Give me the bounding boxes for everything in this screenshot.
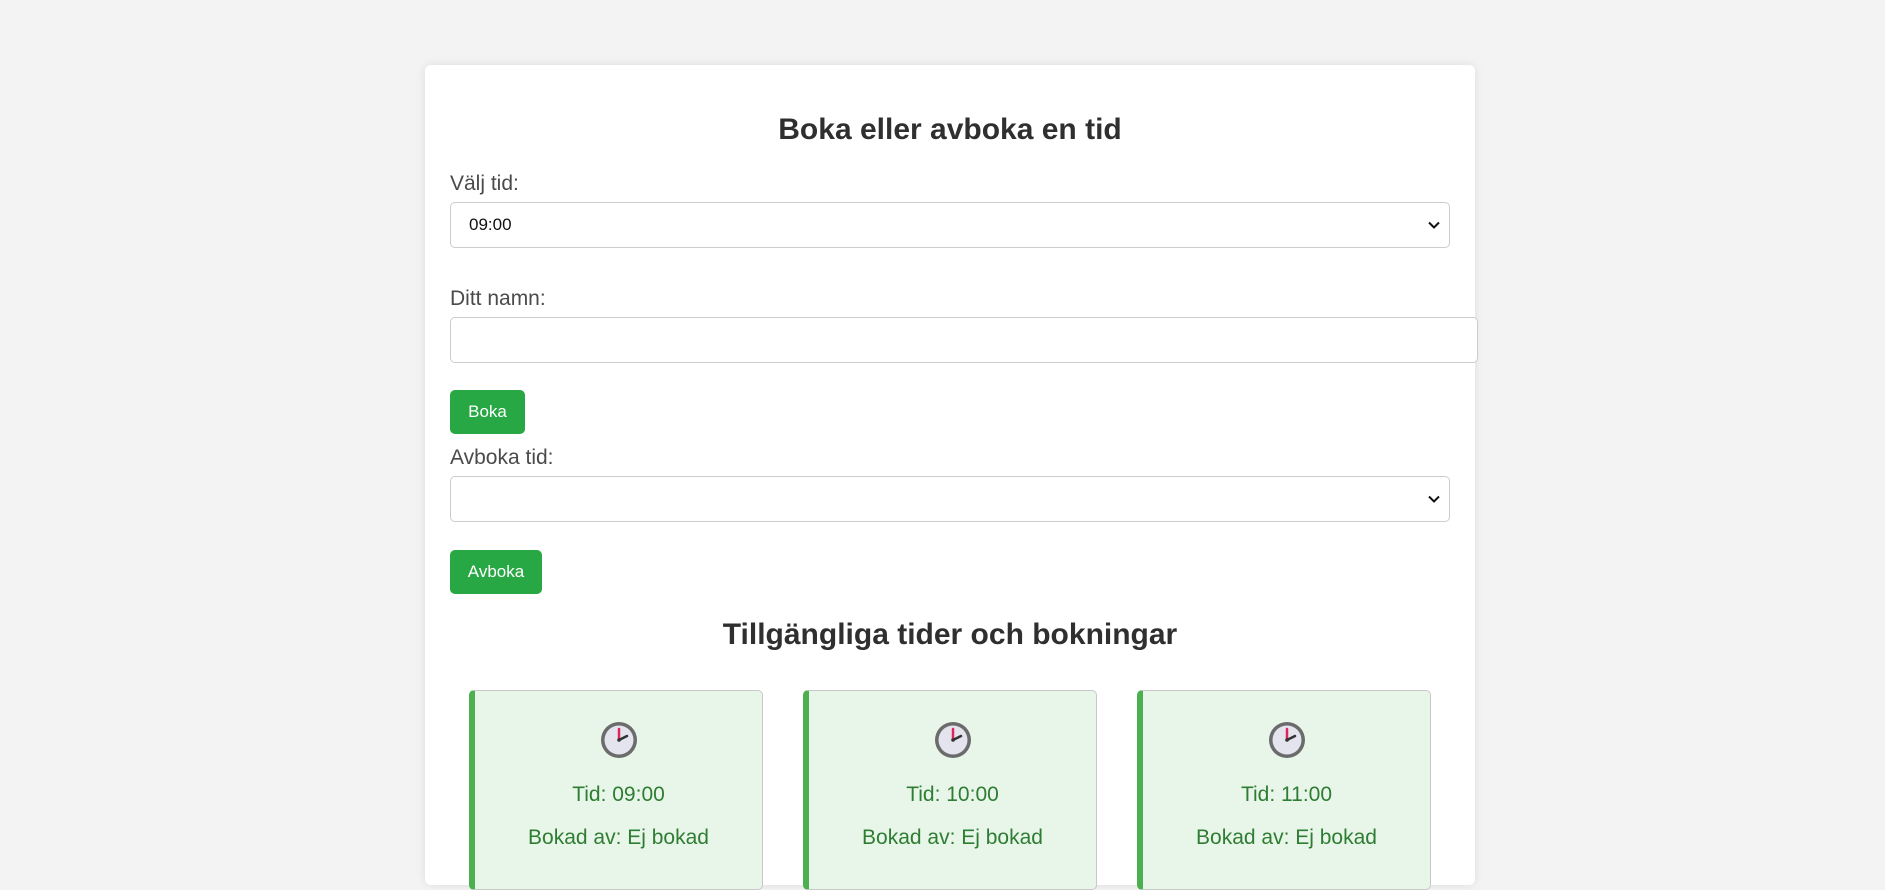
chevron-down-icon [1428, 495, 1440, 503]
cancel-button[interactable]: Avboka [450, 550, 542, 594]
slot-card: Tid: 09:00 Bokad av: Ej bokad [469, 690, 763, 890]
booking-card: Boka eller avboka en tid Välj tid: 09:00… [425, 65, 1478, 890]
page-title: Boka eller avboka en tid [778, 113, 1122, 146]
time-select-value: 09:00 [469, 215, 512, 234]
slot-time: Tid: 11:00 [1240, 783, 1333, 806]
clock-icon [1269, 722, 1305, 758]
availability-heading: Tillgängliga tider och bokningar [722, 618, 1178, 651]
slot-grid: Tid: 09:00 Bokad av: Ej bokad Tid: 10:00… [469, 690, 1433, 890]
slot-card: Tid: 10:00 Bokad av: Ej bokad [803, 690, 1097, 890]
clock-icon [601, 722, 637, 758]
slot-card: Tid: 11:00 Bokad av: Ej bokad [1137, 690, 1431, 890]
chevron-down-icon [1428, 221, 1440, 229]
clock-icon [935, 722, 971, 758]
cancel-select[interactable] [450, 476, 1450, 522]
slot-booked-by: Bokad av: Ej bokad [1196, 826, 1377, 849]
slot-time: Tid: 09:00 [572, 783, 665, 806]
name-input[interactable] [450, 317, 1478, 363]
slot-booked-by: Bokad av: Ej bokad [862, 826, 1043, 849]
slot-time: Tid: 10:00 [906, 783, 999, 806]
time-select[interactable]: 09:00 [450, 202, 1450, 248]
book-button[interactable]: Boka [450, 390, 525, 434]
name-label: Ditt namn: [450, 287, 546, 310]
time-select-label: Välj tid: [450, 172, 519, 195]
cancel-select-label: Avboka tid: [450, 446, 554, 469]
slot-booked-by: Bokad av: Ej bokad [528, 826, 709, 849]
